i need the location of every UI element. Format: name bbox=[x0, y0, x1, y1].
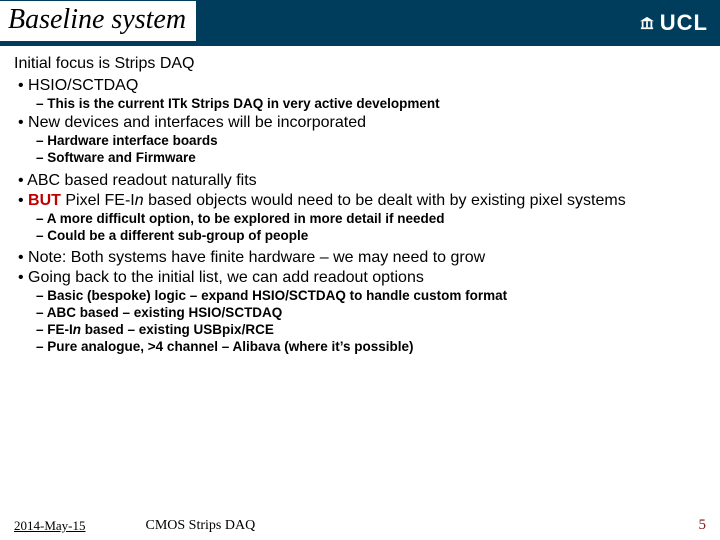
slide-content: Initial focus is Strips DAQ HSIO/SCTDAQ … bbox=[0, 46, 720, 356]
bullet-3: ABC based readout naturally fits bbox=[18, 171, 708, 191]
footer: 2014-May-15 CMOS Strips DAQ 5 bbox=[0, 517, 720, 534]
bullet-6-sub-3: FE-In based – existing USBpix/RCE bbox=[36, 322, 708, 339]
bullet-1: HSIO/SCTDAQ bbox=[18, 76, 708, 96]
title-bar: Baseline system UCL bbox=[0, 0, 720, 46]
bullet-5: Note: Both systems have finite hardware … bbox=[18, 248, 708, 268]
portico-icon bbox=[640, 16, 654, 30]
bullet-6-sub-4: Pure analogue, >4 channel – Alibava (whe… bbox=[36, 339, 708, 356]
footer-date: 2014-May-15 bbox=[14, 518, 86, 534]
bullet-2: New devices and interfaces will be incor… bbox=[18, 113, 708, 133]
lead-text: Initial focus is Strips DAQ bbox=[14, 54, 708, 74]
bullet-6-sub-3-n: n bbox=[73, 322, 81, 337]
bullet-6: Going back to the initial list, we can a… bbox=[18, 268, 708, 288]
but-word: BUT bbox=[28, 192, 61, 209]
bullet-6-sub-3-a: FE-I bbox=[47, 322, 73, 337]
bullet-6-sub-2: ABC based – existing HSIO/SCTDAQ bbox=[36, 305, 708, 322]
bullet-4: BUT Pixel FE-In based objects would need… bbox=[18, 191, 708, 211]
bullet-6-sub-1: Basic (bespoke) logic – expand HSIO/SCTD… bbox=[36, 288, 708, 305]
bullet-6-sub-3-b: based – existing USBpix/RCE bbox=[81, 322, 274, 337]
page-number: 5 bbox=[699, 517, 707, 534]
bullet-4-text-b: based objects would need to be dealt wit… bbox=[144, 192, 626, 209]
bullet-4-sub-2: Could be a different sub-group of people bbox=[36, 228, 708, 245]
logo-text: UCL bbox=[660, 10, 708, 36]
bullet-2-sub-1: Hardware interface boards bbox=[36, 133, 708, 150]
ucl-logo: UCL bbox=[640, 10, 708, 36]
footer-title: CMOS Strips DAQ bbox=[146, 518, 256, 534]
bullet-4-n: n bbox=[135, 192, 144, 209]
bullet-2-sub-2: Software and Firmware bbox=[36, 150, 708, 167]
bullet-1-sub-1: This is the current ITk Strips DAQ in ve… bbox=[36, 96, 708, 113]
slide-title: Baseline system bbox=[0, 1, 196, 41]
bullet-4-text-a: Pixel FE-I bbox=[61, 192, 135, 209]
bullet-4-sub-1: A more difficult option, to be explored … bbox=[36, 211, 708, 228]
